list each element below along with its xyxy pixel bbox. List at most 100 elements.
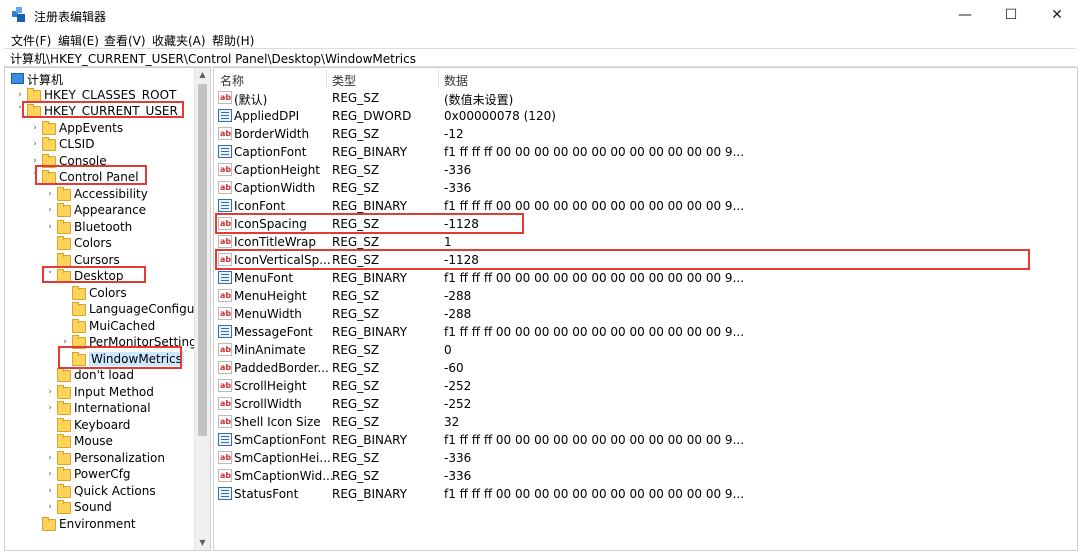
close-icon: ✕ (1051, 7, 1063, 23)
chevron-right-icon[interactable]: › (45, 451, 55, 465)
tree-item-label: Quick Actions (74, 483, 156, 498)
chevron-right-icon (45, 368, 55, 382)
tree-item-label: International (74, 401, 151, 415)
value-data: f1 ff ff ff 00 00 00 00 00 00 00 00 00 0… (444, 325, 745, 339)
tree-scroll-thumb[interactable] (198, 84, 207, 436)
table-row[interactable]: StatusFont REG_BINARY f1 ff ff ff 00 00 00… (214, 485, 1077, 503)
value-name: IconFont (234, 199, 286, 213)
table-row[interactable]: ab PaddedBorder... REG_SZ -60 (214, 359, 1077, 377)
binary-value-icon (218, 487, 232, 500)
menu-view[interactable]: 查看(V) (104, 32, 146, 49)
tree-item-label: don't load (74, 368, 135, 382)
folder-icon (42, 120, 56, 135)
maximize-button[interactable]: ☐ (988, 0, 1034, 30)
string-value-icon: ab (218, 127, 232, 140)
folder-icon (57, 434, 71, 448)
table-row[interactable]: SmCaptionFont REG_BINARY f1 ff ff ff 00 00… (214, 431, 1077, 449)
chevron-right-icon[interactable]: › (45, 401, 55, 415)
chevron-right-icon[interactable]: › (45, 484, 55, 498)
chevron-right-icon[interactable]: › (45, 187, 55, 201)
table-row[interactable]: MenuFont REG_BINARY f1 ff ff ff 00 00 00 0… (214, 269, 1077, 287)
string-value-icon: ab (218, 307, 232, 320)
chevron-right-icon[interactable]: › (45, 385, 55, 399)
table-row[interactable]: ab ScrollHeight REG_SZ -252 (214, 377, 1077, 395)
value-type: REG_BINARY (332, 145, 408, 159)
table-row[interactable]: ab BorderWidth REG_SZ -12 (214, 125, 1077, 143)
maximize-icon: ☐ (1004, 7, 1018, 23)
tree-scrollbar[interactable]: ▲ ▼ (194, 68, 210, 550)
chevron-right-icon[interactable]: › (30, 121, 40, 135)
value-type: REG_SZ (332, 235, 380, 249)
value-name: MessageFont (234, 325, 313, 339)
folder-icon (57, 417, 71, 432)
table-row[interactable]: ab MenuWidth REG_SZ -288 (214, 305, 1077, 323)
table-row[interactable]: AppliedDPI REG_DWORD 0x00000078 (120) (214, 107, 1077, 125)
chevron-right-icon[interactable]: › (45, 500, 55, 514)
minimize-icon: — (958, 7, 972, 23)
value-name: IconTitleWrap (234, 235, 317, 249)
column-header-name[interactable]: 名称 (220, 72, 244, 89)
table-row[interactable]: MessageFont REG_BINARY f1 ff ff ff 00 00 0… (214, 323, 1077, 341)
highlight-box-hkcu (22, 101, 184, 118)
minimize-button[interactable]: — (942, 0, 988, 30)
chevron-right-icon[interactable]: › (45, 203, 55, 217)
binary-value-icon (218, 145, 232, 158)
tree-item-label: Bluetooth (74, 219, 133, 234)
value-data: -60 (444, 361, 464, 375)
table-row[interactable]: CaptionFont REG_BINARY f1 ff ff ff 00 00 0… (214, 143, 1077, 161)
value-type: REG_SZ (332, 379, 380, 393)
value-data: -336 (444, 163, 472, 177)
menu-file[interactable]: 文件(F) (11, 32, 51, 49)
string-value-icon: ab (218, 415, 232, 428)
menu-edit[interactable]: 编辑(E) (58, 32, 99, 49)
value-type: REG_SZ (332, 307, 380, 321)
string-value-icon: ab (218, 451, 232, 464)
column-header-data[interactable]: 数据 (444, 72, 468, 89)
tree-item-label: LanguageConfigura (89, 302, 207, 316)
menu-help[interactable]: 帮助(H) (212, 32, 254, 49)
chevron-right-icon[interactable]: › (45, 467, 55, 481)
column-header-type[interactable]: 类型 (332, 72, 356, 89)
value-type: REG_SZ (332, 127, 380, 141)
menu-favorites[interactable]: 收藏夹(A) (152, 32, 206, 49)
value-type: REG_SZ (332, 289, 380, 303)
value-name: CaptionHeight (234, 163, 321, 177)
table-row[interactable]: ab (默认) REG_SZ (数值未设置) (214, 89, 1077, 107)
binary-value-icon (218, 325, 232, 338)
value-name: MenuHeight (234, 289, 307, 303)
value-data: f1 ff ff ff 00 00 00 00 00 00 00 00 00 0… (444, 271, 745, 285)
value-data: -252 (444, 379, 472, 393)
value-name: MinAnimate (234, 343, 306, 357)
close-button[interactable]: ✕ (1034, 0, 1080, 30)
chevron-right-icon[interactable]: › (15, 88, 25, 102)
folder-icon (57, 483, 71, 498)
address-bar[interactable]: 计算机\HKEY_CURRENT_USER\Control Panel\Desk… (4, 48, 1076, 67)
table-row[interactable]: ab ScrollWidth REG_SZ -252 (214, 395, 1077, 413)
value-name: ScrollHeight (234, 379, 307, 393)
table-row[interactable]: ab MenuHeight REG_SZ -288 (214, 287, 1077, 305)
folder-icon (57, 450, 71, 465)
table-row[interactable]: ab MinAnimate REG_SZ 0 (214, 341, 1077, 359)
table-row[interactable]: ab Shell Icon Size REG_SZ 32 (214, 413, 1077, 431)
address-path[interactable]: 计算机\HKEY_CURRENT_USER\Control Panel\Desk… (10, 50, 416, 67)
table-row[interactable]: ab CaptionWidth REG_SZ -336 (214, 179, 1077, 197)
value-type: REG_BINARY (332, 487, 408, 501)
value-data: (数值未设置) (444, 93, 514, 107)
value-type: REG_DWORD (332, 109, 412, 123)
value-data: -336 (444, 469, 472, 483)
chevron-right-icon[interactable]: › (30, 137, 40, 151)
scroll-down-icon[interactable]: ▼ (195, 536, 210, 550)
table-row[interactable]: ab SmCaptionWid... REG_SZ -336 (214, 467, 1077, 485)
highlight-box-iconverticalspacing (215, 249, 1030, 270)
highlight-box-control-panel (35, 165, 147, 185)
computer-icon (11, 73, 24, 84)
scroll-up-icon[interactable]: ▲ (195, 68, 210, 82)
registry-editor-icon (12, 7, 25, 22)
table-row[interactable]: ab CaptionHeight REG_SZ -336 (214, 161, 1077, 179)
value-data: f1 ff ff ff 00 00 00 00 00 00 00 00 00 0… (444, 487, 745, 501)
chevron-right-icon[interactable]: › (45, 220, 55, 234)
value-data: -336 (444, 451, 472, 465)
table-row[interactable]: ab SmCaptionHei... REG_SZ -336 (214, 449, 1077, 467)
tree-item-label: Keyboard (74, 417, 131, 432)
title-bar: 注册表编辑器 — ☐ ✕ (0, 0, 1080, 30)
